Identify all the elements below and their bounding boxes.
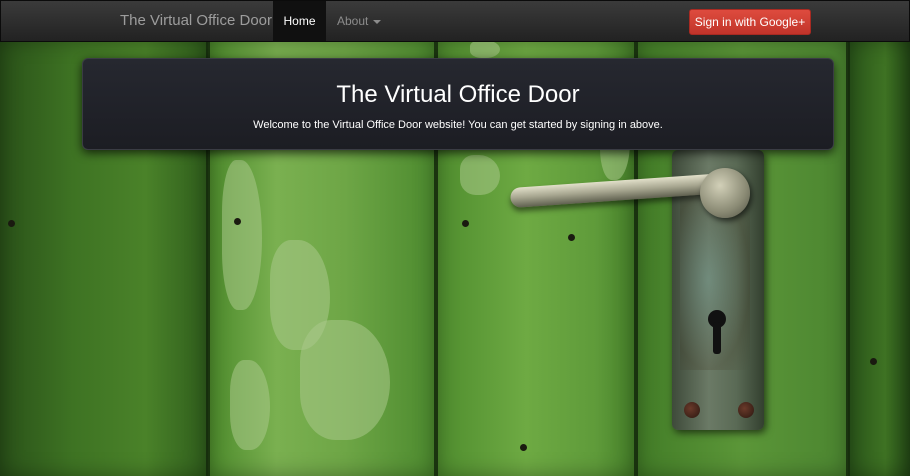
navbar: The Virtual Office Door Home About Sign …	[0, 0, 910, 42]
page: The Virtual Office Door Home About Sign …	[0, 0, 910, 476]
handle-rose	[700, 168, 750, 218]
peeling-paint	[460, 155, 500, 195]
peeling-paint	[222, 160, 262, 310]
nav-item-about-dropdown[interactable]: About	[337, 1, 382, 41]
keyhole-icon	[708, 310, 726, 354]
hero-panel: The Virtual Office Door Welcome to the V…	[82, 58, 834, 150]
welcome-text: Welcome to the Virtual Office Door websi…	[253, 119, 663, 131]
nav-item-home[interactable]: Home	[273, 1, 326, 41]
page-title: The Virtual Office Door	[336, 81, 580, 108]
navbar-brand[interactable]: The Virtual Office Door	[120, 1, 272, 41]
door-plank	[848, 40, 910, 476]
nail	[520, 444, 527, 451]
caret-down-icon	[373, 19, 382, 24]
screw	[738, 402, 754, 418]
nail	[8, 220, 15, 227]
sign-in-google-button[interactable]: Sign in with Google+	[689, 9, 811, 35]
nail	[568, 234, 575, 241]
nail	[234, 218, 241, 225]
nav-item-about-label: About	[337, 14, 369, 28]
nail	[870, 358, 877, 365]
screw	[684, 402, 700, 418]
nail	[462, 220, 469, 227]
peeling-paint	[230, 360, 270, 450]
peeling-paint	[470, 40, 500, 58]
plank-seam	[846, 40, 850, 476]
peeling-paint	[300, 320, 390, 440]
